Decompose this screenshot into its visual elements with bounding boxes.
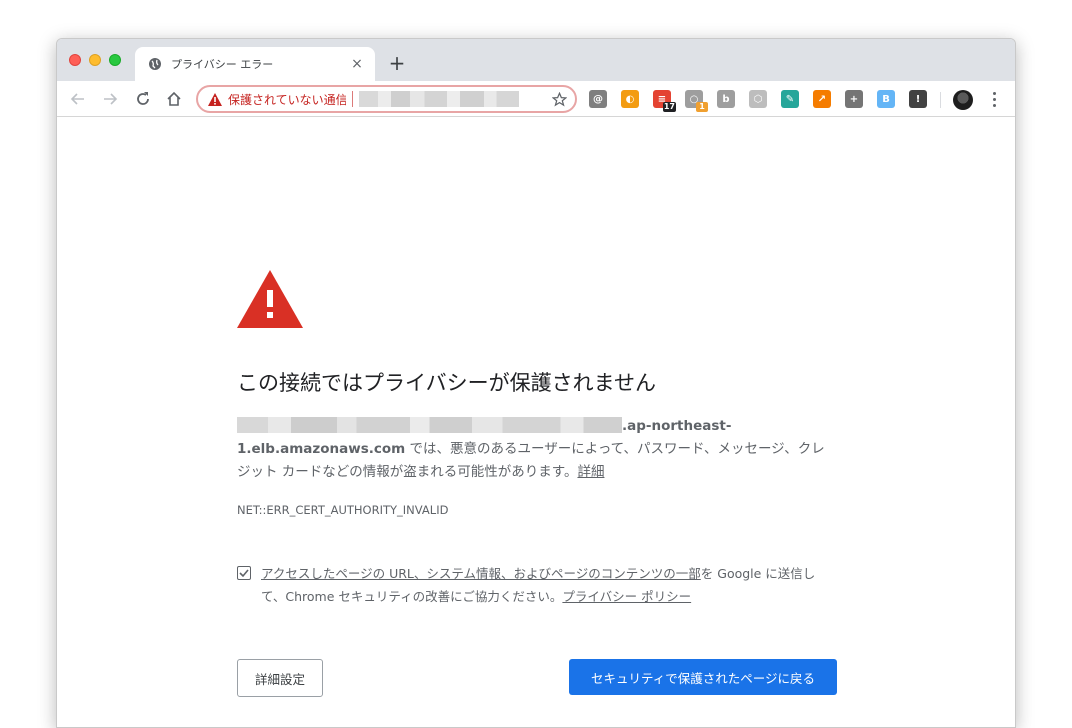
ext-1-icon[interactable]: @ <box>589 90 607 108</box>
ext-9-icon[interactable]: + <box>845 90 863 108</box>
close-window-button[interactable] <box>69 54 81 66</box>
more-menu-icon[interactable] <box>989 89 999 109</box>
ext-6-icon[interactable]: ⬡ <box>749 90 767 108</box>
toolbar-divider <box>940 92 941 108</box>
send-report-option: アクセスしたページの URL、システム情報、およびページのコンテンツの一部を G… <box>237 562 837 608</box>
back-arrow-icon[interactable] <box>67 88 89 110</box>
ext-8-icon[interactable]: ↗ <box>813 90 831 108</box>
host-part-1: .ap-northeast- <box>622 418 732 434</box>
tab-title: プライバシー エラー <box>171 58 274 71</box>
security-chip-label[interactable]: 保護されていない通信 <box>228 91 346 108</box>
ext-11-icon[interactable]: ! <box>909 90 927 108</box>
globe-icon <box>147 56 163 72</box>
star-icon[interactable] <box>551 91 567 107</box>
ext-2-icon[interactable]: ◐ <box>621 90 639 108</box>
home-icon[interactable] <box>163 88 185 110</box>
ext-todoist-icon[interactable]: ≡ 17 <box>653 90 676 112</box>
zoom-window-button[interactable] <box>109 54 121 66</box>
ext-10-icon[interactable]: B <box>877 90 895 108</box>
extension-badge: 1 <box>696 102 708 112</box>
warning-triangle-icon <box>237 270 303 328</box>
ext-b-icon[interactable]: b <box>717 90 735 108</box>
browser-window: プライバシー エラー × + 保護されていない通信 @ ◐ ≡ 17 ○ 1 b… <box>56 38 1016 728</box>
redacted-host <box>237 417 622 433</box>
omnibox-separator <box>352 91 353 107</box>
ext-7-icon[interactable]: ✎ <box>781 90 799 108</box>
tab-privacy-error[interactable]: プライバシー エラー × <box>135 47 375 81</box>
new-tab-button[interactable]: + <box>387 53 407 73</box>
send-report-label: アクセスしたページの URL、システム情報、およびページのコンテンツの一部を G… <box>261 562 837 608</box>
warning-icon[interactable] <box>208 92 222 106</box>
error-description: .ap-northeast- 1.elb.amazonaws.com では、悪意… <box>237 415 837 484</box>
details-link[interactable]: 詳細 <box>577 464 604 480</box>
host-part-2: 1.elb.amazonaws.com <box>237 441 406 457</box>
tab-strip: プライバシー エラー × + <box>57 39 1015 81</box>
tab-close-icon[interactable]: × <box>349 56 365 72</box>
address-bar[interactable]: 保護されていない通信 <box>196 85 577 113</box>
privacy-policy-link[interactable]: プライバシー ポリシー <box>562 589 691 604</box>
forward-arrow-icon[interactable] <box>99 88 121 110</box>
advanced-button[interactable]: 詳細設定 <box>237 659 323 697</box>
send-report-checkbox[interactable] <box>237 566 251 580</box>
profile-avatar[interactable] <box>953 90 973 110</box>
error-code: NET::ERR_CERT_AUTHORITY_INVALID <box>237 503 449 517</box>
back-to-safety-button[interactable]: セキュリティで保護されたページに戻る <box>569 659 837 695</box>
reload-icon[interactable] <box>132 88 154 110</box>
page-title: この接続ではプライバシーが保護されません <box>237 371 656 395</box>
report-contents-link[interactable]: アクセスしたページの URL、システム情報、およびページのコンテンツの一部 <box>261 566 701 581</box>
extension-badge: 17 <box>662 102 676 112</box>
error-page: この接続ではプライバシーが保護されません .ap-northeast- 1.el… <box>57 118 1015 727</box>
toolbar: 保護されていない通信 @ ◐ ≡ 17 ○ 1 b ⬡ ✎ ↗ + B! <box>57 81 1015 117</box>
url-redacted[interactable] <box>359 91 519 107</box>
ext-4-icon[interactable]: ○ 1 <box>685 90 708 112</box>
minimize-window-button[interactable] <box>89 54 101 66</box>
